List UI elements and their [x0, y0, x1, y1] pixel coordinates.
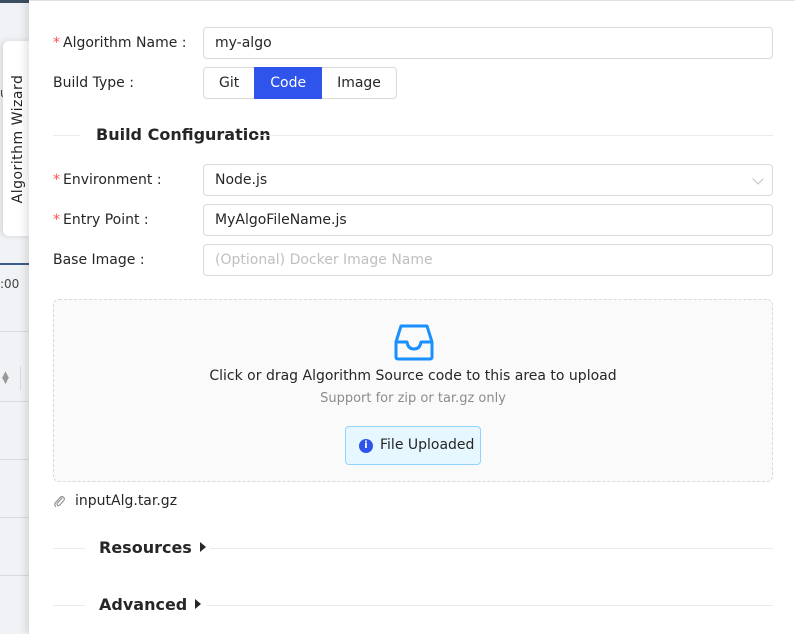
build-configuration-title: Build Configuration: [96, 125, 271, 144]
info-icon: i: [359, 439, 373, 453]
file-uploaded-alert: i File Uploaded: [345, 426, 481, 465]
entry-point-input[interactable]: MyAlgoFileName.js: [203, 204, 773, 236]
required-mark: *: [53, 172, 60, 188]
build-type-image-button[interactable]: Image: [321, 67, 397, 99]
base-image-row: Base Image : (Optional) Docker Image Nam…: [53, 244, 773, 276]
upload-hint-text: Support for zip or tar.gz only: [320, 391, 506, 406]
base-image-input[interactable]: (Optional) Docker Image Name: [203, 244, 773, 276]
upload-instruction-text: Click or drag Algorithm Source code to t…: [209, 368, 617, 384]
background-partial-time: :00: [0, 277, 20, 291]
algorithm-name-label: * Algorithm Name :: [53, 35, 187, 51]
environment-label: * Environment :: [53, 172, 162, 188]
build-type-radio-group: Git Code Image: [203, 67, 397, 99]
required-mark: *: [53, 212, 60, 228]
paperclip-icon: [54, 495, 65, 508]
caret-right-icon: [199, 542, 206, 552]
chevron-down-icon: [752, 173, 764, 185]
resources-section-header[interactable]: Resources: [53, 536, 773, 560]
base-image-label: Base Image :: [53, 252, 145, 268]
build-type-git-button[interactable]: Git: [203, 67, 256, 99]
caret-right-icon: [195, 599, 202, 609]
environment-select-value: Node.js: [215, 172, 268, 188]
algorithm-wizard-tab-label: Algorithm Wizard: [10, 74, 26, 203]
algorithm-wizard-drawer: * Algorithm Name : my-algo Build Type : G…: [29, 0, 795, 634]
build-type-label: Build Type :: [53, 75, 134, 91]
advanced-section-header[interactable]: Advanced: [53, 593, 773, 617]
environment-row: * Environment : Node.js: [53, 164, 773, 196]
sort-arrows-icon[interactable]: ▲ ▼: [2, 371, 9, 386]
uploaded-file-name: inputAlg.tar.gz: [75, 493, 178, 509]
build-configuration-divider: Build Configuration: [53, 123, 773, 147]
resources-section-title: Resources: [99, 536, 206, 560]
background-column-divider: [20, 366, 21, 390]
entry-point-row: * Entry Point : MyAlgoFileName.js: [53, 204, 773, 236]
file-uploaded-text: File Uploaded: [380, 437, 475, 453]
required-mark: *: [53, 35, 60, 51]
environment-select[interactable]: Node.js: [203, 164, 773, 196]
advanced-section-title: Advanced: [99, 593, 202, 617]
build-type-code-button[interactable]: Code: [254, 67, 323, 99]
entry-point-label: * Entry Point :: [53, 212, 149, 228]
inbox-icon: [394, 324, 434, 361]
algorithm-name-input[interactable]: my-algo: [203, 27, 773, 59]
upload-dropzone[interactable]: Click or drag Algorithm Source code to t…: [53, 299, 773, 482]
build-type-row: Build Type : Git Code Image: [53, 67, 773, 99]
algorithm-name-row: * Algorithm Name : my-algo: [53, 27, 773, 59]
